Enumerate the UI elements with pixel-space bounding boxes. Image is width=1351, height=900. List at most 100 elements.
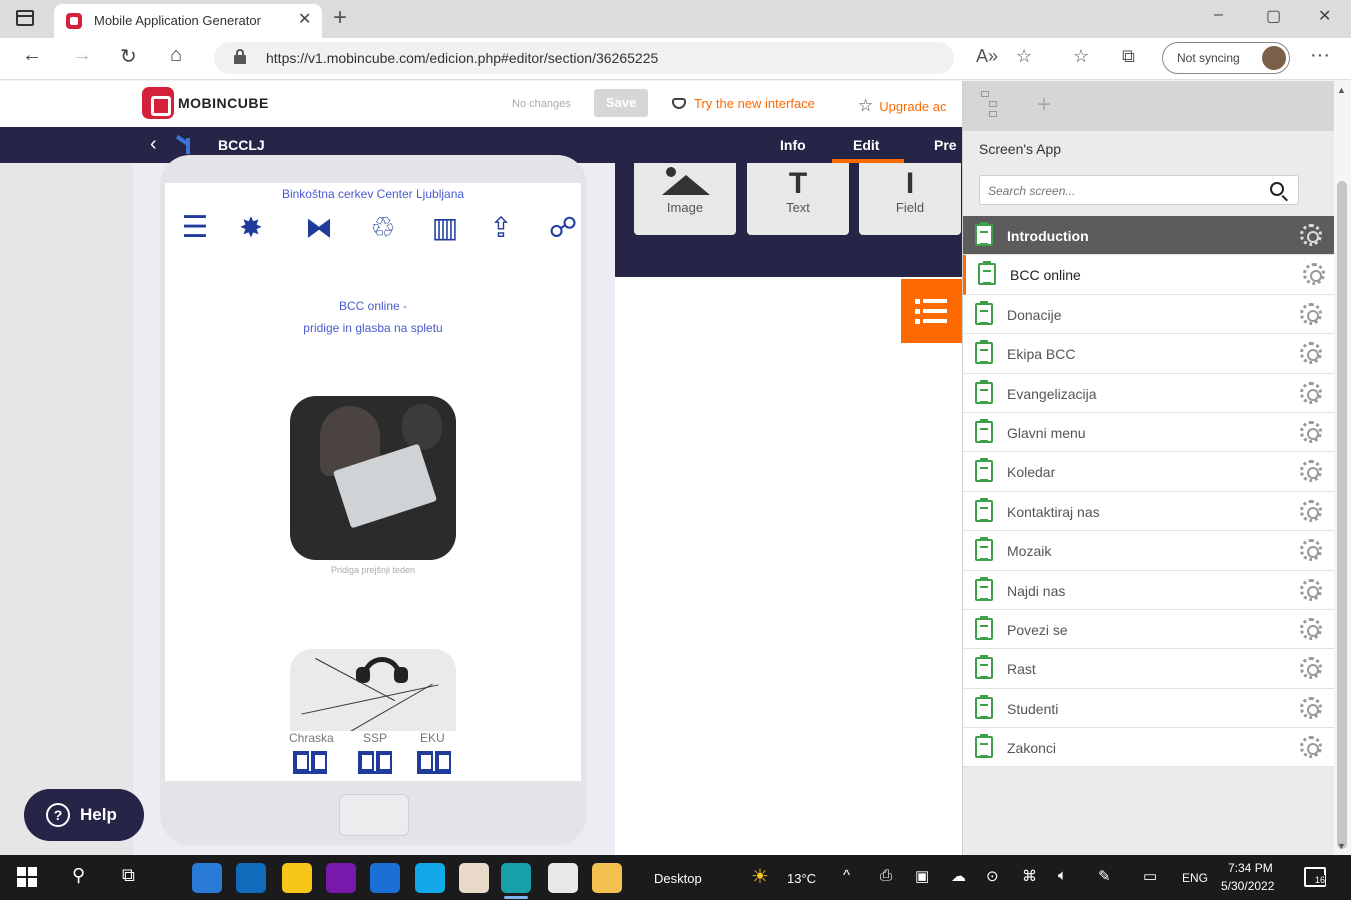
clock-date[interactable]: 5/30/2022 [1221,879,1274,893]
new-tab-button[interactable]: + [333,4,347,32]
sidebar-scrollbar[interactable]: ▲ ▼ [1334,81,1351,855]
save-button[interactable]: Save [594,89,648,117]
mail-app-icon[interactable] [192,863,222,893]
nav-back-icon[interactable]: ‹ [150,133,157,156]
gear-icon[interactable] [1303,263,1325,286]
gear-icon[interactable] [1300,696,1322,719]
component-image[interactable]: Image [634,163,736,235]
show-hidden-icons-icon[interactable]: ^ [843,867,850,884]
minimize-button[interactable]: – [1214,6,1223,24]
url-bar[interactable]: https://v1.mobincube.com/edicion.php#edi… [214,42,954,74]
notification-center-icon[interactable]: 16 [1304,867,1326,887]
gear-icon[interactable] [1300,539,1322,562]
temperature[interactable]: 13°C [787,871,816,886]
collections-icon[interactable]: ⧉ [1122,46,1135,67]
book-icon[interactable] [417,751,451,775]
book-icon[interactable] [293,751,327,775]
add-favorite-icon[interactable]: ☆ [1016,46,1032,67]
gear-icon[interactable] [1300,657,1322,680]
edge-app-icon[interactable] [501,863,531,893]
upgrade-link[interactable]: ☆ Upgrade ac [858,96,946,116]
book-icon[interactable]: ▥ [427,211,463,245]
gear-icon[interactable] [1300,342,1322,365]
gear-icon[interactable] [1300,617,1322,640]
gear-icon[interactable] [1300,460,1322,483]
pen-icon[interactable]: ⎙ [880,867,892,884]
tab-preview[interactable]: Pre [934,137,957,153]
collab-icon[interactable]: ☍ [545,211,581,245]
home-button[interactable]: ⌂ [170,44,182,67]
weather-icon[interactable]: ☀ [751,864,769,889]
desktop-label[interactable]: Desktop [654,871,702,886]
screen-item[interactable]: Ekipa BCC [963,334,1335,374]
tablet-mode-icon[interactable]: ▭ [1143,867,1157,885]
screen-item[interactable]: Glavni menu [963,412,1335,453]
screen-list-toggle[interactable] [901,279,962,343]
donate-icon[interactable]: ♲ [365,211,401,245]
gear-badge-icon[interactable]: ✸ [233,211,269,245]
gear-icon[interactable] [1300,224,1322,246]
screen-item[interactable]: Donacije [963,294,1335,335]
screen-item[interactable]: Zakonci [963,728,1335,768]
window-menu-icon[interactable] [16,10,34,26]
office-app-icon[interactable] [459,863,489,893]
help-button[interactable]: ? Help [24,789,144,841]
screen-item[interactable]: Mozaik [963,531,1335,571]
search-input[interactable] [988,181,1258,201]
try-new-interface-link[interactable]: Try the new interface [672,96,815,111]
read-aloud-icon[interactable]: A» [976,46,998,67]
gear-icon[interactable] [1300,578,1322,601]
gear-icon[interactable] [1300,499,1322,522]
calendar-app-icon[interactable] [548,863,578,893]
onenote-app-icon[interactable] [326,863,356,893]
add-screen-button[interactable]: + [1037,91,1051,119]
sticky-notes-app-icon[interactable] [282,863,312,893]
screen-item[interactable]: Kontaktiraj nas [963,491,1335,532]
refresh-button[interactable]: ↻ [120,44,137,69]
screen-search[interactable] [979,175,1299,205]
file-explorer-app-icon[interactable] [592,863,622,893]
screen-item[interactable]: Koledar [963,452,1335,492]
screen-item[interactable]: Evangelizacija [963,373,1335,413]
url-text[interactable]: https://v1.mobincube.com/edicion.php#edi… [266,50,658,66]
back-button[interactable]: ← [22,44,42,67]
gear-icon[interactable] [1300,420,1322,443]
display-icon[interactable]: ▣ [915,867,929,885]
volume-icon[interactable]: 🔈︎ [1058,867,1067,884]
windows-start-icon[interactable] [17,867,37,887]
screen-item[interactable]: BCC online [963,255,1335,295]
component-text[interactable]: T Text [747,163,849,235]
tab-edit[interactable]: Edit [853,137,879,153]
clock-time[interactable]: 7:34 PM [1228,861,1273,875]
gear-icon[interactable] [1300,302,1322,325]
battery-icon[interactable]: ⊙ [986,867,999,885]
more-menu-button[interactable]: ··· [1310,44,1330,67]
profile-sync-button[interactable]: Not syncing [1162,42,1290,74]
gear-icon[interactable] [1300,381,1322,404]
forward-button[interactable]: → [72,44,92,67]
screen-item[interactable]: Najdi nas [963,570,1335,610]
gear-icon[interactable] [1300,736,1322,759]
language-indicator[interactable]: ENG [1182,871,1208,885]
screen-item[interactable]: Povezi se [963,609,1335,650]
scroll-up-icon[interactable]: ▲ [1337,85,1346,95]
close-window-button[interactable]: ✕ [1318,6,1331,26]
maximize-button[interactable]: ▢ [1266,6,1281,26]
network-icon[interactable]: ⧓ [301,211,337,245]
scroll-down-icon[interactable]: ▼ [1337,841,1346,851]
sermon-photo[interactable] [290,396,456,560]
component-field[interactable]: I Field [859,163,961,235]
edit-icon[interactable]: ✎ [1098,867,1111,885]
browser-tab[interactable]: Mobile Application Generator ✕ [54,4,322,38]
tab-close-icon[interactable]: ✕ [298,9,311,29]
trello-app-icon[interactable] [370,863,400,893]
outlook-app-icon[interactable] [236,863,266,893]
favorites-icon[interactable]: ☆ [1073,46,1089,67]
screen-item[interactable]: Introduction [963,216,1335,256]
book-icon[interactable] [358,751,392,775]
screen-item[interactable]: Rast [963,649,1335,689]
music-photo[interactable] [290,649,456,731]
skype-app-icon[interactable] [415,863,445,893]
network-status-icon[interactable]: ⌘ [1022,867,1037,885]
share-icon[interactable]: ⇪ [483,211,519,245]
